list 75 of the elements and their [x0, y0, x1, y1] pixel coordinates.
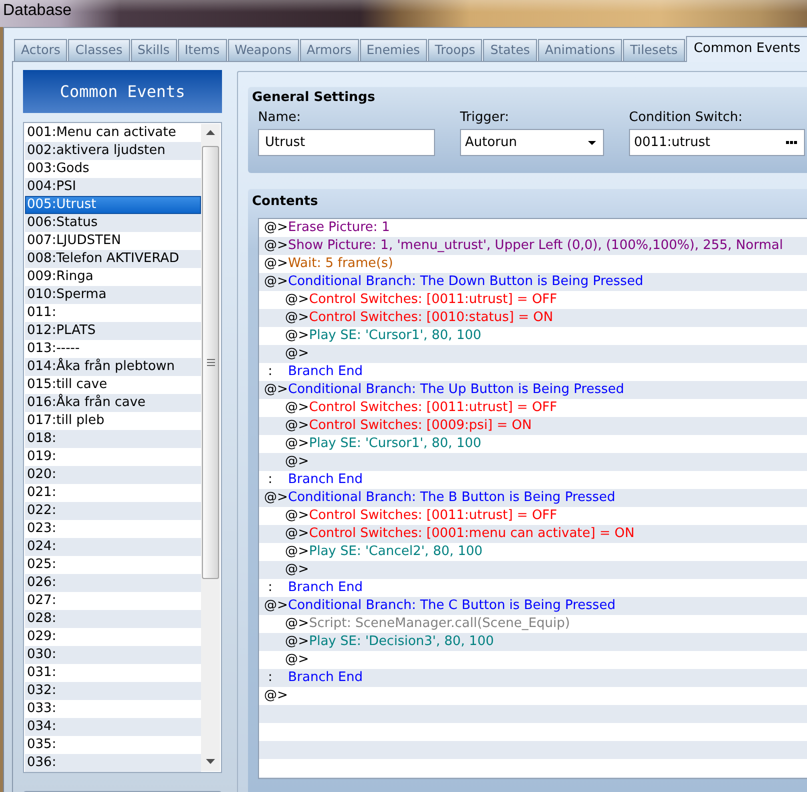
scrollbar-thumb[interactable] [202, 146, 219, 579]
scrollbar[interactable] [201, 124, 220, 771]
command-line[interactable]: @>Control Switches: [0010:status] = ON [259, 309, 807, 327]
tab[interactable]: Common Events [686, 36, 807, 62]
tab[interactable]: Skills [130, 39, 177, 61]
list-item[interactable]: 004:PSI [25, 178, 201, 196]
command-line[interactable]: @>Play SE: 'Cursor1', 80, 100 [259, 327, 807, 345]
command-line[interactable]: @>Conditional Branch: The B Button is Being Pressed [259, 489, 807, 507]
tab[interactable]: Items [178, 39, 227, 61]
command-line[interactable]: @> [259, 687, 807, 705]
command-line[interactable]: @>Control Switches: [0011:utrust] = OFF [259, 399, 807, 417]
list-item[interactable]: 005:Utrust [25, 196, 201, 214]
ellipsis-icon[interactable] [786, 141, 797, 144]
command-line[interactable]: @>Conditional Branch: The C Button is Being Pressed [259, 597, 807, 615]
group-title: Contents [252, 193, 319, 211]
tab[interactable]: Weapons [228, 39, 299, 61]
list-item[interactable]: 024: [25, 538, 201, 556]
command-line[interactable]: @>Script: SceneManager.call(Scene_Equip) [259, 615, 807, 633]
command-line[interactable]: : Branch End [259, 471, 807, 489]
command-line[interactable]: @>Play SE: 'Cancel2', 80, 100 [259, 543, 807, 561]
command-line[interactable]: @>Control Switches: [0009:psi] = ON [259, 417, 807, 435]
command-line[interactable]: @>Control Switches: [0011:utrust] = OFF [259, 291, 807, 309]
tab[interactable]: Classes [68, 39, 130, 61]
command-line[interactable]: @>Control Switches: [0001:menu can activate] = ON [259, 525, 807, 543]
field-label: Condition Switch: [629, 109, 744, 127]
list-item[interactable]: 034: [25, 718, 201, 736]
list-item[interactable]: 030: [25, 646, 201, 664]
list-item[interactable]: 008:Telefon AKTIVERAD [25, 250, 201, 268]
command-line[interactable]: @>Conditional Branch: The Down Button is Being Pressed [259, 273, 807, 291]
list-item[interactable]: 014:Åka från plebtown [25, 358, 201, 376]
command-line[interactable]: : Branch End [259, 669, 807, 687]
condition-switch-field[interactable]: 0011:utrust [629, 129, 805, 156]
command-line[interactable]: @> [259, 651, 807, 669]
scroll-up-icon[interactable] [206, 130, 215, 135]
list-item[interactable]: 032: [25, 682, 201, 700]
window-title: Database [3, 2, 72, 19]
tab[interactable]: Animations [538, 39, 622, 61]
list-item[interactable]: 026: [25, 574, 201, 592]
group-title: General Settings [252, 89, 376, 107]
command-line[interactable]: @>Play SE: 'Decision3', 80, 100 [259, 633, 807, 651]
list-item[interactable]: 006:Status [25, 214, 201, 232]
tab[interactable]: Actors [14, 39, 68, 61]
list-item[interactable]: 010:Sperma [25, 286, 201, 304]
list-item[interactable]: 012:PLATS [25, 322, 201, 340]
list-item[interactable]: 002:aktivera ljudsten [25, 142, 201, 160]
tab[interactable]: Enemies [360, 39, 427, 61]
command-line[interactable]: @> [259, 561, 807, 579]
command-line[interactable]: @>Wait: 5 frame(s) [259, 255, 807, 273]
tab[interactable]: Tilesets [623, 39, 685, 61]
command-line[interactable]: @>Play SE: 'Cursor1', 80, 100 [259, 435, 807, 453]
field-label: Name: [258, 109, 302, 127]
list-item[interactable]: 036: [25, 754, 201, 772]
tab[interactable]: Troops [428, 39, 482, 61]
command-line[interactable]: @> [259, 453, 807, 471]
command-line[interactable]: @> [259, 345, 807, 363]
list-item[interactable]: 018: [25, 430, 201, 448]
list-item[interactable]: 028: [25, 610, 201, 628]
command-line[interactable]: @>Erase Picture: 1 [259, 219, 807, 237]
command-line[interactable]: : Branch End [259, 363, 807, 381]
tab[interactable]: Armors [300, 39, 359, 61]
command-line[interactable]: @>Conditional Branch: The Up Button is Being Pressed [259, 381, 807, 399]
tab[interactable]: States [483, 39, 537, 61]
list-item[interactable]: 022: [25, 502, 201, 520]
scroll-down-icon[interactable] [206, 759, 215, 764]
trigger-dropdown[interactable]: Autorun [460, 129, 604, 156]
list-item[interactable]: 020: [25, 466, 201, 484]
command-line[interactable]: @>Control Switches: [0011:utrust] = OFF [259, 507, 807, 525]
grip-icon [206, 359, 214, 366]
caret-icon[interactable] [588, 140, 596, 144]
command-line[interactable]: : Branch End [259, 579, 807, 597]
name-field[interactable]: Utrust [258, 129, 435, 156]
command-line[interactable]: @>Show Picture: 1, 'menu_utrust', Upper Left (0,0), (100%,100%), 255, Normal [259, 237, 807, 255]
list-header: Common Events [23, 70, 222, 113]
list-item[interactable]: 016:Åka från cave [25, 394, 201, 412]
field-label: Trigger: [460, 109, 510, 127]
